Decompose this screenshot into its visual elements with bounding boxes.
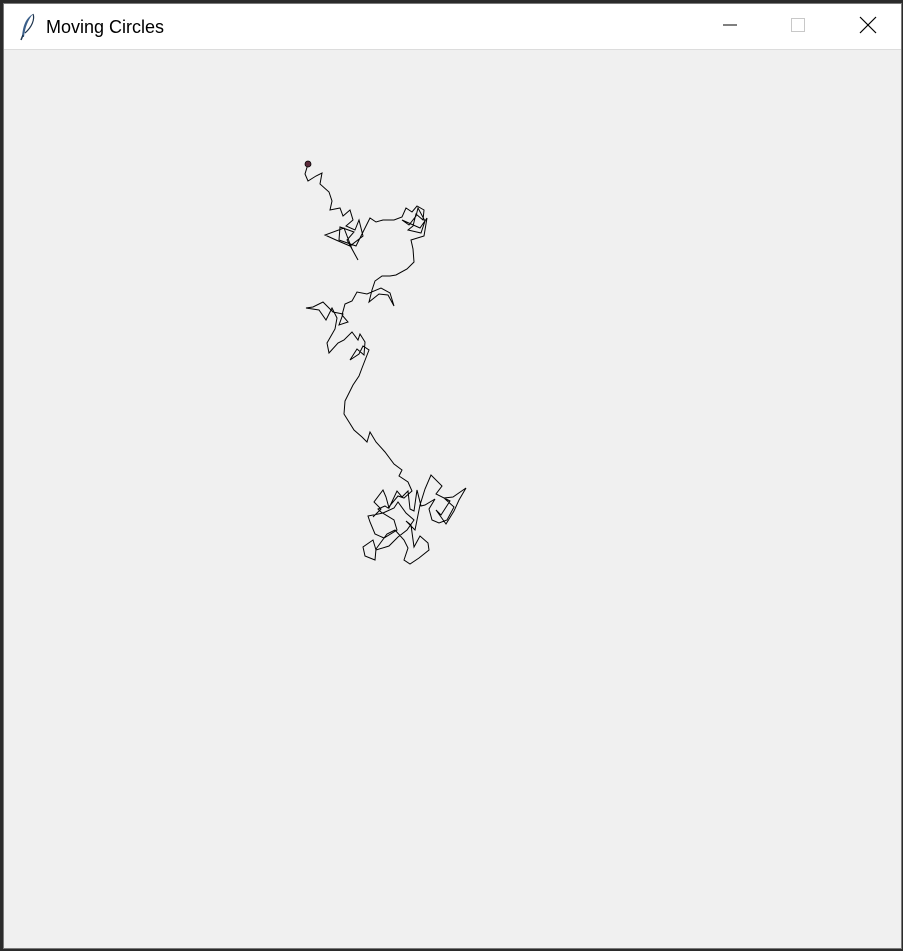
drawing-canvas[interactable] bbox=[4, 50, 901, 948]
random-walk-trail bbox=[304, 163, 467, 565]
app-window: Moving Circles bbox=[3, 3, 902, 949]
minimize-icon bbox=[722, 17, 738, 38]
close-icon bbox=[859, 16, 877, 39]
maximize-icon bbox=[790, 17, 806, 38]
window-title: Moving Circles bbox=[46, 17, 165, 37]
feather-icon bbox=[18, 13, 38, 41]
close-button[interactable] bbox=[834, 4, 902, 50]
maximize-button[interactable] bbox=[764, 4, 832, 50]
minimize-button[interactable] bbox=[696, 4, 764, 50]
canvas-drawing bbox=[304, 160, 467, 565]
title-bar[interactable]: Moving Circles bbox=[4, 4, 901, 50]
moving-circle bbox=[304, 160, 312, 168]
